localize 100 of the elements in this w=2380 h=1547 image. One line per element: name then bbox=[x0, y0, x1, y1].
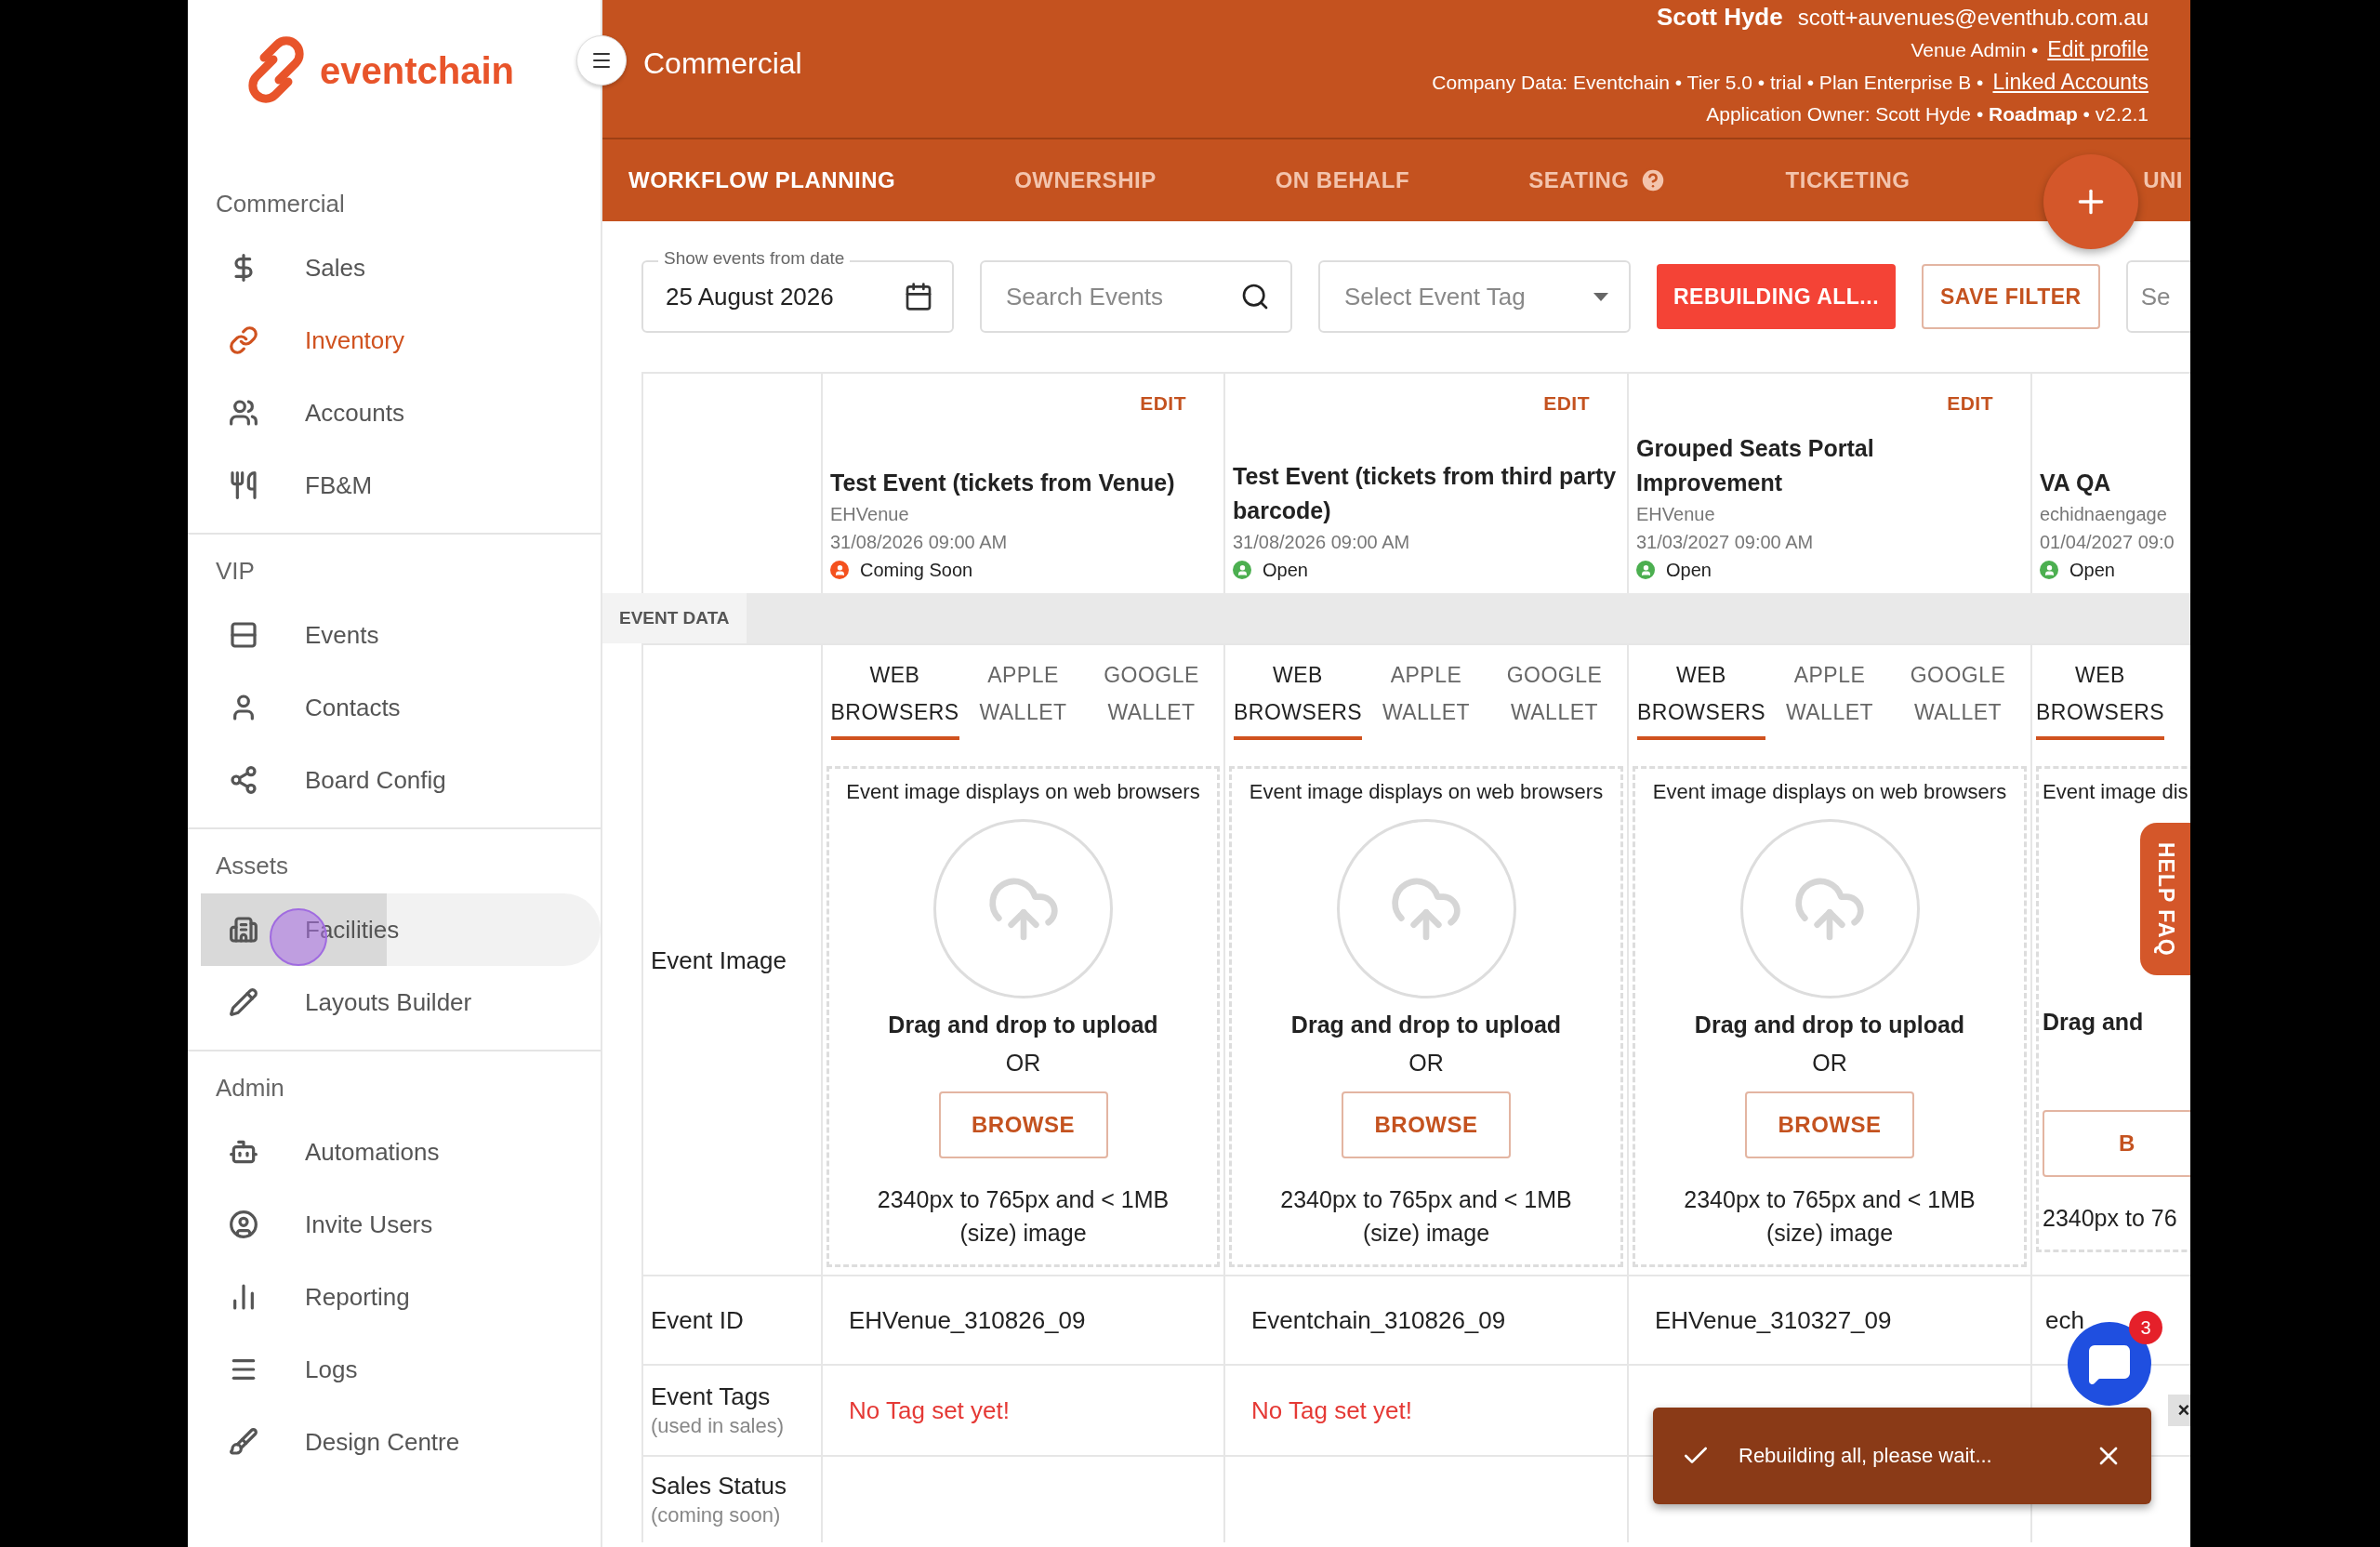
image-tab[interactable]: WEB BROWSERS bbox=[830, 656, 959, 740]
upload-instruction: Drag and drop to upload bbox=[1290, 1012, 1562, 1038]
sidebar-section-title: Admin bbox=[215, 1073, 285, 1104]
sidebar-item[interactable]: Sales bbox=[201, 231, 601, 304]
search-input[interactable]: Search Events bbox=[1004, 281, 1240, 312]
event-date: 31/08/2026 09:00 AM bbox=[830, 531, 1009, 554]
notification-badge: 3 bbox=[2129, 1311, 2162, 1344]
nav-tab[interactable]: ON BEHALF bbox=[1275, 167, 1410, 193]
event-venue: EHVenue bbox=[1636, 503, 1716, 526]
edit-link[interactable]: EDIT bbox=[1947, 392, 1993, 415]
user-email: scott+auvenues@eventhub.com.au bbox=[1797, 4, 2149, 32]
filter-field[interactable]: Se bbox=[2125, 260, 2190, 333]
size-note: 2340px to 765px and < 1MB (size) image bbox=[1279, 1185, 1573, 1248]
sidebar-item[interactable]: Automations bbox=[201, 1116, 601, 1188]
link-icon bbox=[229, 325, 258, 355]
nav-tab[interactable]: SEATING bbox=[1528, 166, 1667, 194]
date-field[interactable]: Show events from date 25 August 2026 bbox=[641, 248, 954, 333]
user-name: Scott Hyde bbox=[1656, 2, 1783, 32]
nav-tab[interactable]: UNI bbox=[2143, 167, 2183, 193]
or-text: OR bbox=[1812, 1050, 1847, 1077]
event-date: 01/04/2027 09:0 bbox=[2040, 531, 2175, 554]
event-date: 31/03/2027 09:00 AM bbox=[1636, 531, 1815, 554]
menu-button[interactable] bbox=[576, 35, 627, 86]
or-text: OR bbox=[1005, 1050, 1041, 1077]
upload-instruction: Drag and bbox=[2043, 1009, 2144, 1036]
upload-dropzone[interactable]: Event image displays on web browsers Drag and drop to upload OR BROWSE 2340px to 765px and < 1MB (size) image bbox=[826, 766, 1220, 1267]
search-icon bbox=[1240, 282, 1270, 311]
upload-instruction: Drag and drop to upload bbox=[888, 1012, 1158, 1038]
event-status: Open bbox=[2069, 559, 2115, 582]
event-title: VA QA bbox=[2040, 469, 2112, 497]
tag-remove-chip[interactable]: × bbox=[2168, 1395, 2190, 1426]
user-role: Venue Admin • bbox=[1911, 38, 2039, 62]
pencil-icon bbox=[229, 987, 258, 1017]
rebuild-button[interactable]: REBUILDING ALL... bbox=[1657, 264, 1897, 329]
sidebar-item[interactable]: Contacts bbox=[201, 671, 601, 744]
browse-button[interactable]: B bbox=[2043, 1110, 2190, 1177]
image-tab[interactable]: WEB BROWSERS bbox=[2036, 656, 2164, 740]
share-icon bbox=[229, 765, 258, 795]
event-id: ech bbox=[2044, 1305, 2084, 1335]
event-title: Grouped Seats Portal Improvement bbox=[1636, 434, 1875, 497]
row-label: Event Image bbox=[651, 945, 787, 976]
image-tab[interactable]: GOOGLE WALLET bbox=[1490, 656, 1619, 740]
sidebar-item[interactable]: Design Centre bbox=[201, 1406, 601, 1478]
upload-hint: Event image dis bbox=[2043, 780, 2188, 804]
rows-icon bbox=[229, 620, 258, 650]
nav-tab[interactable]: OWNERSHIP bbox=[1014, 167, 1157, 193]
fork-knife-icon bbox=[229, 470, 258, 500]
image-tab[interactable]: WEB BROWSERS bbox=[1234, 656, 1362, 740]
upload-dropzone[interactable]: Event image displays on web browsers Drag and drop to upload OR BROWSE 2340px to 765px and < 1MB (size) image bbox=[1633, 766, 2027, 1267]
upload-instruction: Drag and drop to upload bbox=[1694, 1012, 1965, 1038]
event-tag-select[interactable]: Select Event Tag bbox=[1318, 260, 1631, 333]
company-info: Company Data: Eventchain • Tier 5.0 • trial • Plan Enterprise B • bbox=[1432, 71, 1984, 95]
image-tab[interactable]: GOOGLE WALLET bbox=[1087, 656, 1216, 740]
upload-dropzone[interactable]: Event image displays on web browsers Drag and drop to upload OR BROWSE 2340px to 765px and < 1MB (size) image bbox=[1229, 766, 1623, 1267]
sidebar-section-title: Commercial bbox=[215, 189, 346, 219]
sidebar-item[interactable]: Invite Users bbox=[201, 1188, 601, 1261]
save-filter-button[interactable]: SAVE FILTER bbox=[1922, 264, 2100, 329]
sidebar-item[interactable]: Layouts Builder bbox=[201, 966, 601, 1038]
edit-profile-link[interactable]: Edit profile bbox=[2047, 34, 2149, 64]
image-tab[interactable]: APPLE WALLET bbox=[959, 656, 1088, 740]
image-tab[interactable]: GOOGLE WALLET bbox=[1894, 656, 2022, 740]
event-status: Open bbox=[1263, 559, 1308, 582]
image-tab[interactable]: APPLE WALLET bbox=[1765, 656, 1894, 740]
sidebar-item[interactable]: Events bbox=[201, 599, 601, 671]
event-venue: EHVenue bbox=[830, 503, 910, 526]
sidebar-item[interactable]: Accounts bbox=[201, 377, 601, 449]
linked-accounts-link[interactable]: Linked Accounts bbox=[1992, 67, 2149, 97]
section-label: EVENT DATA bbox=[602, 593, 747, 643]
nav-tab[interactable]: TICKETING bbox=[1785, 167, 1911, 193]
help-faq-tab[interactable]: HELP FAQ bbox=[2140, 823, 2190, 975]
row-note: (used in sales) bbox=[651, 1413, 786, 1439]
calendar-icon[interactable] bbox=[904, 282, 933, 311]
or-text: OR bbox=[1408, 1050, 1444, 1077]
event-id: EHVenue_310327_09 bbox=[1654, 1305, 1892, 1335]
event-title: Test Event (tickets from Venue) bbox=[830, 469, 1176, 497]
browse-button[interactable]: BROWSE bbox=[1342, 1091, 1511, 1158]
sidebar-item[interactable]: Inventory bbox=[201, 304, 601, 377]
event-id: Eventchain_310826_09 bbox=[1250, 1305, 1506, 1335]
sidebar-item[interactable]: Board Config bbox=[201, 744, 601, 816]
date-input[interactable]: 25 August 2026 bbox=[664, 281, 904, 312]
search-field[interactable]: Search Events bbox=[980, 260, 1292, 333]
edit-link[interactable]: EDIT bbox=[1140, 392, 1186, 415]
nav-tab[interactable]: WORKFLOW PLANNING bbox=[628, 167, 896, 193]
row-label: Event Tags bbox=[651, 1382, 772, 1412]
edit-link[interactable]: EDIT bbox=[1543, 392, 1590, 415]
event-venue: echidnaengage bbox=[2040, 503, 2168, 526]
browse-button[interactable]: BROWSE bbox=[1745, 1091, 1914, 1158]
sidebar-section-title: Assets bbox=[215, 851, 290, 881]
dropdown-caret-icon bbox=[1593, 292, 1608, 301]
event-tag-input[interactable]: Select Event Tag bbox=[1342, 281, 1593, 312]
sidebar-item[interactable]: Reporting bbox=[201, 1261, 601, 1333]
row-note: (coming soon) bbox=[651, 1502, 782, 1528]
sidebar-item[interactable]: FB&M bbox=[201, 449, 601, 522]
building-icon bbox=[229, 915, 258, 945]
sidebar-item[interactable]: Logs bbox=[201, 1333, 601, 1406]
event-id: EHVenue_310826_09 bbox=[848, 1305, 1086, 1335]
filter-input[interactable]: Se bbox=[2140, 282, 2175, 311]
image-tab[interactable]: APPLE WALLET bbox=[1362, 656, 1490, 740]
image-tab[interactable]: WEB BROWSERS bbox=[1637, 656, 1765, 740]
browse-button[interactable]: BROWSE bbox=[938, 1091, 1108, 1158]
